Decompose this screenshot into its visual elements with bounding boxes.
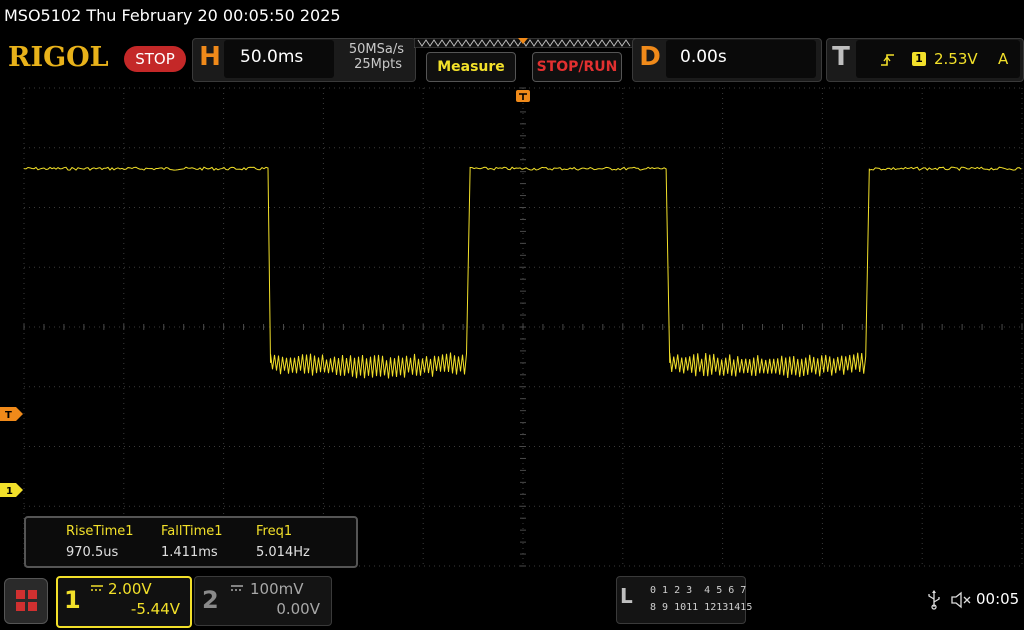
channel-2-number: 2 xyxy=(202,586,219,614)
logic-channels-row-2: 8 9 1011 12131415 xyxy=(650,602,753,613)
measurement-value-freq: 5.014Hz xyxy=(256,545,310,560)
measurement-value-rise: 970.5us xyxy=(66,545,119,560)
channel-2-scale: 100mV xyxy=(250,580,304,598)
rising-edge-icon xyxy=(881,54,894,66)
delay-value: 0.00s xyxy=(680,47,727,67)
instrument-title: MSO5102 Thu February 20 00:05:50 2025 xyxy=(4,6,341,25)
stop-run-button[interactable]: STOP/RUN xyxy=(532,52,622,82)
status-clock: 00:05 xyxy=(976,590,1020,608)
memory-depth: 25Mpts xyxy=(354,57,402,72)
waveform-display[interactable] xyxy=(0,84,1024,568)
channel-1-number: 1 xyxy=(64,586,81,614)
measurement-label-rise: RiseTime1 xyxy=(66,524,134,539)
logic-analyzer-panel[interactable] xyxy=(616,576,746,624)
rigol-logo: RIGOL xyxy=(8,42,109,73)
speaker-mute-icon[interactable] xyxy=(950,590,972,610)
usb-icon xyxy=(928,590,940,610)
trigger-mode: A xyxy=(998,50,1009,68)
dc-coupling-icon xyxy=(231,585,243,591)
channel-1-scale: 2.00V xyxy=(108,580,152,598)
channel-1-ground-marker-label: 1 xyxy=(6,486,13,497)
channel-1-offset: -5.44V xyxy=(130,600,180,618)
timebase-value: 50.0ms xyxy=(240,47,304,67)
measurement-label-freq: Freq1 xyxy=(256,524,293,539)
delay-letter: D xyxy=(639,42,661,72)
dc-coupling-icon xyxy=(91,585,103,591)
trigger-level-marker-label: T xyxy=(5,410,12,421)
horizontal-letter: H xyxy=(199,42,221,72)
trigger-position-bar[interactable] xyxy=(414,38,636,48)
trigger-level-marker[interactable]: T xyxy=(0,406,24,422)
trigger-source-badge: 1 xyxy=(912,52,926,66)
logic-letter: L xyxy=(620,584,633,608)
logic-channels-row-1: 0 1 2 3 4 5 6 7 xyxy=(650,585,747,596)
trigger-position-top-marker xyxy=(516,90,530,102)
trigger-letter: T xyxy=(832,42,850,72)
channel-2-offset: 0.00V xyxy=(276,600,320,618)
grid-menu-icon xyxy=(16,590,37,611)
run-state-badge[interactable]: STOP xyxy=(124,46,186,72)
measurement-label-fall: FallTime1 xyxy=(161,524,223,539)
sample-rate: 50MSa/s xyxy=(348,42,404,57)
main-menu-button[interactable] xyxy=(4,578,48,624)
trigger-level: 2.53V xyxy=(934,50,978,68)
measure-button[interactable]: Measure xyxy=(426,52,516,82)
channel-1-ground-marker[interactable]: 1 xyxy=(0,482,24,498)
measurement-value-fall: 1.411ms xyxy=(161,545,218,560)
